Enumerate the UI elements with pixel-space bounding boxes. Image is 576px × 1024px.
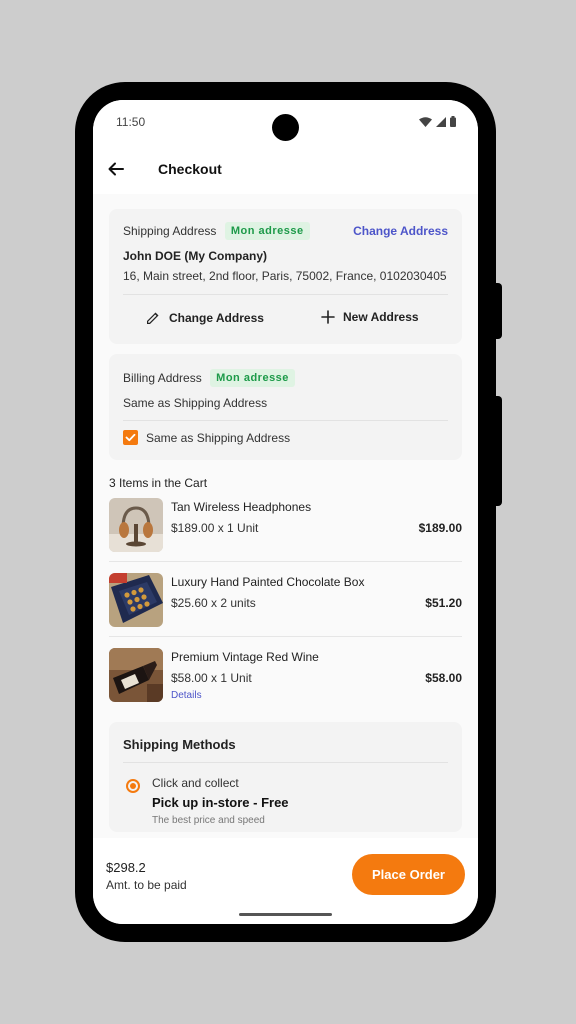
chocolate-box-image — [109, 573, 163, 627]
screen: 11:50 Checkout Shipping Address Mon adre… — [93, 100, 478, 924]
total-amount: $298.2 — [106, 860, 146, 875]
power-button — [494, 283, 502, 339]
shipping-address-text: 16, Main street, 2nd floor, Paris, 75002… — [123, 269, 447, 283]
shipping-option-radio[interactable] — [126, 779, 140, 793]
volume-button — [494, 396, 502, 506]
status-bar: 11:50 — [93, 100, 478, 146]
billing-address-tag: Mon adresse — [210, 369, 295, 387]
billing-address-label: Billing Address — [123, 371, 202, 385]
battery-icon — [450, 116, 456, 127]
wine-bottle-image — [109, 648, 163, 702]
cart-title: 3 Items in the Cart — [109, 476, 208, 490]
checkout-content[interactable]: Shipping Address Mon adresse Change Addr… — [93, 194, 478, 924]
change-address-button[interactable]: Change Address — [145, 310, 264, 326]
checkbox-checked-icon[interactable] — [123, 430, 138, 445]
headphones-image — [109, 498, 163, 552]
shipping-methods-title: Shipping Methods — [123, 737, 236, 752]
same-as-shipping-label: Same as Shipping Address — [146, 430, 291, 445]
divider — [123, 420, 448, 421]
app-bar: Checkout — [93, 146, 478, 194]
shipping-address-card: Shipping Address Mon adresse Change Addr… — [109, 209, 462, 344]
cart-item-name: Luxury Hand Painted Chocolate Box — [171, 575, 365, 589]
cart-item-details-link[interactable]: Details — [171, 690, 202, 701]
divider — [123, 294, 448, 295]
shipping-address-label: Shipping Address — [123, 224, 217, 238]
home-indicator[interactable] — [239, 913, 332, 916]
shipping-option-description: The best price and speed — [152, 815, 265, 826]
cart-item-price: $189.00 — [418, 521, 462, 535]
checkout-footer: $298.2 Amt. to be paid Place Order — [93, 838, 478, 924]
cart-item-price: $51.20 — [425, 596, 462, 610]
back-arrow-icon[interactable] — [107, 160, 125, 178]
total-label: Amt. to be paid — [106, 878, 187, 892]
shipping-option-label: Click and collect — [152, 776, 239, 790]
place-order-button[interactable]: Place Order — [352, 854, 465, 895]
page-title: Checkout — [158, 161, 222, 177]
shipping-name: John DOE (My Company) — [123, 249, 268, 263]
wifi-icon — [419, 116, 432, 127]
shipping-methods-card: Shipping Methods Click and collect Pick … — [109, 722, 462, 832]
shipping-address-header: Shipping Address Mon adresse — [123, 222, 310, 240]
cart-item-name: Premium Vintage Red Wine — [171, 650, 319, 664]
plus-icon — [321, 310, 335, 324]
shipping-address-tag: Mon adresse — [224, 222, 310, 240]
billing-address-header: Billing Address Mon adresse — [123, 369, 295, 387]
cart-item[interactable]: Tan Wireless Headphones $189.00 x 1 Unit… — [109, 498, 462, 558]
change-address-button-label: Change Address — [169, 311, 264, 325]
divider — [109, 561, 462, 562]
cart-item-quantity: $58.00 x 1 Unit — [171, 671, 252, 685]
change-address-link[interactable]: Change Address — [353, 224, 448, 238]
cart-item[interactable]: Luxury Hand Painted Chocolate Box $25.60… — [109, 573, 462, 633]
cart-item-quantity: $25.60 x 2 units — [171, 596, 256, 610]
pencil-icon — [147, 312, 159, 324]
cart-item-quantity: $189.00 x 1 Unit — [171, 521, 259, 535]
camera-cutout — [272, 114, 299, 141]
billing-address-value: Same as Shipping Address — [123, 396, 268, 410]
shipping-option-title: Pick up in-store - Free — [152, 795, 289, 810]
cart-item[interactable]: Premium Vintage Red Wine $58.00 x 1 Unit… — [109, 648, 462, 708]
cart-item-name: Tan Wireless Headphones — [171, 500, 312, 514]
status-time: 11:50 — [116, 115, 146, 129]
cart-item-price: $58.00 — [425, 671, 462, 685]
same-as-shipping-checkbox[interactable]: Same as Shipping Address — [123, 430, 290, 445]
new-address-button[interactable]: New Address — [321, 310, 419, 324]
divider — [109, 636, 462, 637]
billing-address-card: Billing Address Mon adresse Same as Ship… — [109, 354, 462, 460]
new-address-button-label: New Address — [343, 310, 419, 324]
signal-icon — [436, 116, 446, 127]
divider — [123, 762, 448, 763]
status-icons — [419, 116, 456, 127]
